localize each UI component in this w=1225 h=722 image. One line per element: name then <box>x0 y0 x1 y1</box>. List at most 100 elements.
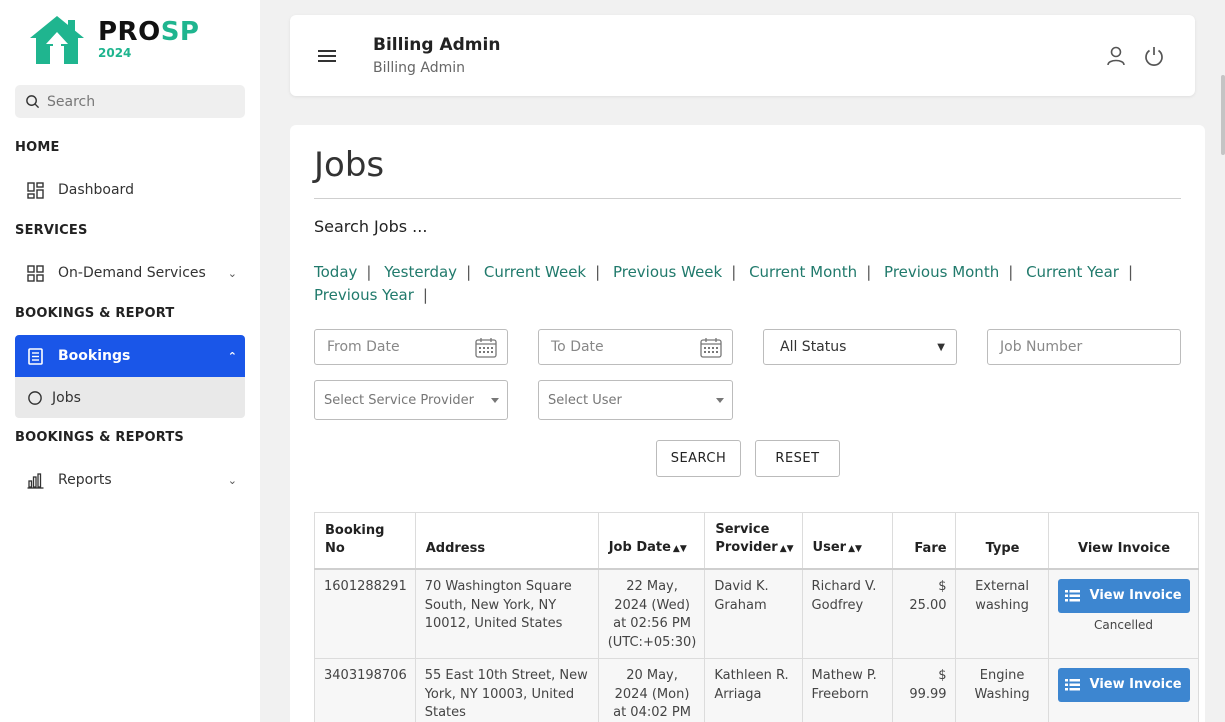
sidebar-item-dashboard[interactable]: Dashboard <box>15 172 245 208</box>
brand-text: PROSP 2024 <box>98 18 199 60</box>
page-scrollbar[interactable] <box>1221 75 1225 155</box>
user-placeholder: Select User <box>548 392 622 408</box>
sidebar-search[interactable] <box>15 85 245 118</box>
search-jobs-label: Search Jobs ... <box>314 217 428 236</box>
user-icon[interactable] <box>1105 45 1127 67</box>
chevron-down-icon: ⌄ <box>227 473 237 487</box>
cell-user: Richard V. Godfrey <box>801 568 893 659</box>
top-header: Billing Admin Billing Admin <box>290 15 1195 96</box>
header-job-date-label: Job Date <box>608 540 671 555</box>
grid-icon <box>27 264 44 282</box>
link-yesterday[interactable]: Yesterday <box>384 263 457 281</box>
sidebar-search-input[interactable] <box>47 93 227 110</box>
view-invoice-button[interactable]: View Invoice <box>1057 668 1190 702</box>
sidebar: PROSP 2024 HOME Dashboard SERVICES On-De… <box>0 0 260 722</box>
cell-user: Mathew P. Freeborn <box>801 658 893 722</box>
link-previous-month[interactable]: Previous Month <box>884 263 999 281</box>
from-date-input[interactable]: From Date <box>314 329 508 365</box>
menu-icon[interactable] <box>318 50 336 62</box>
list-icon <box>1065 679 1081 691</box>
link-current-month[interactable]: Current Month <box>749 263 857 281</box>
link-previous-week[interactable]: Previous Week <box>613 263 722 281</box>
sidebar-item-bookings[interactable]: Bookings ⌃ <box>15 335 245 377</box>
view-invoice-button[interactable]: View Invoice <box>1057 579 1190 613</box>
brand-name-part1: PRO <box>98 17 161 47</box>
cell-booking-no: 1601288291 <box>314 568 416 659</box>
cell-view-invoice: View Invoice Cancelled <box>1047 568 1199 659</box>
brand-logo[interactable]: PROSP 2024 <box>28 14 199 66</box>
view-invoice-label: View Invoice <box>1089 587 1182 603</box>
header-service-provider-label-2: Provider <box>715 540 778 555</box>
link-previous-year[interactable]: Previous Year <box>314 286 414 304</box>
section-home: HOME <box>15 140 60 155</box>
circle-icon <box>28 390 42 405</box>
job-number-input[interactable]: Job Number <box>987 329 1181 365</box>
dropdown-arrow-icon <box>491 398 499 403</box>
jobs-panel: Jobs Search Jobs ... Today | Yesterday | C… <box>290 125 1205 722</box>
table-row: 1601288291 70 Washington Square South, N… <box>314 568 1199 659</box>
sort-icon[interactable]: ▲▼ <box>673 544 687 554</box>
cell-address: 70 Washington Square South, New York, NY… <box>414 568 599 659</box>
dropdown-arrow-icon <box>716 398 724 403</box>
cell-view-invoice: View Invoice <box>1047 658 1199 722</box>
search-button[interactable]: SEARCH <box>656 440 741 477</box>
bar-chart-icon <box>27 472 44 489</box>
link-current-week[interactable]: Current Week <box>484 263 586 281</box>
status-text: Cancelled <box>1094 618 1154 632</box>
sidebar-item-label: Reports <box>58 472 112 488</box>
service-provider-placeholder: Select Service Provider <box>324 392 474 408</box>
status-select[interactable]: All Status ▼ <box>763 329 957 365</box>
cell-fare: $ 25.00 <box>891 568 956 659</box>
job-number-placeholder: Job Number <box>1000 339 1083 355</box>
title-divider <box>314 198 1181 199</box>
sidebar-item-reports[interactable]: Reports ⌄ <box>15 462 245 498</box>
cell-fare: $ 99.99 <box>891 658 956 722</box>
link-current-year[interactable]: Current Year <box>1026 263 1119 281</box>
document-icon <box>28 347 43 365</box>
chevron-down-icon: ⌄ <box>227 266 237 280</box>
chevron-down-icon: ▼ <box>937 342 945 353</box>
cell-service-provider: Kathleen R. Arriaga <box>704 658 803 722</box>
house-logo-icon <box>30 16 84 64</box>
sidebar-item-label: Dashboard <box>58 182 134 198</box>
header-type: Type <box>954 512 1049 570</box>
sidebar-item-on-demand-services[interactable]: On-Demand Services ⌄ <box>15 255 245 291</box>
header-job-date[interactable]: Job Date ▲▼ <box>597 512 706 570</box>
header-title: Billing Admin <box>373 35 501 55</box>
list-icon <box>1065 590 1081 602</box>
brand-year: 2024 <box>98 46 132 60</box>
header-user[interactable]: User ▲▼ <box>801 512 893 570</box>
calendar-icon[interactable] <box>700 337 722 358</box>
sort-icon[interactable]: ▲▼ <box>780 544 794 554</box>
cell-booking-no: 3403198706 <box>314 658 416 722</box>
header-fare: Fare <box>891 512 956 570</box>
cell-type: Engine Washing <box>954 658 1049 722</box>
cell-service-provider: David K. Graham <box>704 568 803 659</box>
sidebar-item-label: Bookings <box>58 348 131 364</box>
chevron-up-icon: ⌃ <box>227 349 237 363</box>
sidebar-item-jobs[interactable]: Jobs <box>15 377 245 418</box>
reset-button[interactable]: RESET <box>755 440 840 477</box>
service-provider-select[interactable]: Select Service Provider <box>314 380 508 420</box>
user-select[interactable]: Select User <box>538 380 733 420</box>
header-booking-no[interactable]: Booking No <box>314 512 416 570</box>
section-services: SERVICES <box>15 223 88 238</box>
sort-icon[interactable]: ▲▼ <box>848 544 862 554</box>
link-today[interactable]: Today <box>314 263 357 281</box>
brand-name-part2: SP <box>160 17 200 47</box>
page-title: Jobs <box>314 145 385 185</box>
header-service-provider[interactable]: Service Provider ▲▼ <box>704 512 803 570</box>
to-date-placeholder: To Date <box>551 339 604 355</box>
power-icon[interactable] <box>1143 45 1165 67</box>
header-service-provider-label-1: Service <box>715 522 770 537</box>
cell-job-date: 22 May, 2024 (Wed) at 02:56 PM (UTC:+05:… <box>597 568 706 659</box>
dashboard-icon <box>27 181 44 199</box>
header-view-invoice: View Invoice <box>1047 512 1199 570</box>
cell-job-date: 20 May, 2024 (Mon) at 04:02 PM <box>597 658 706 722</box>
to-date-input[interactable]: To Date <box>538 329 733 365</box>
quick-date-links: Today | Yesterday | Current Week | Previous… <box>314 263 1133 304</box>
calendar-icon[interactable] <box>475 337 497 358</box>
cell-address: 55 East 10th Street, New York, NY 10003,… <box>414 658 599 722</box>
section-bookings-report: BOOKINGS & REPORT <box>15 306 175 321</box>
jobs-table: Booking No Address Job Date ▲▼ Service Pro… <box>314 512 1199 722</box>
